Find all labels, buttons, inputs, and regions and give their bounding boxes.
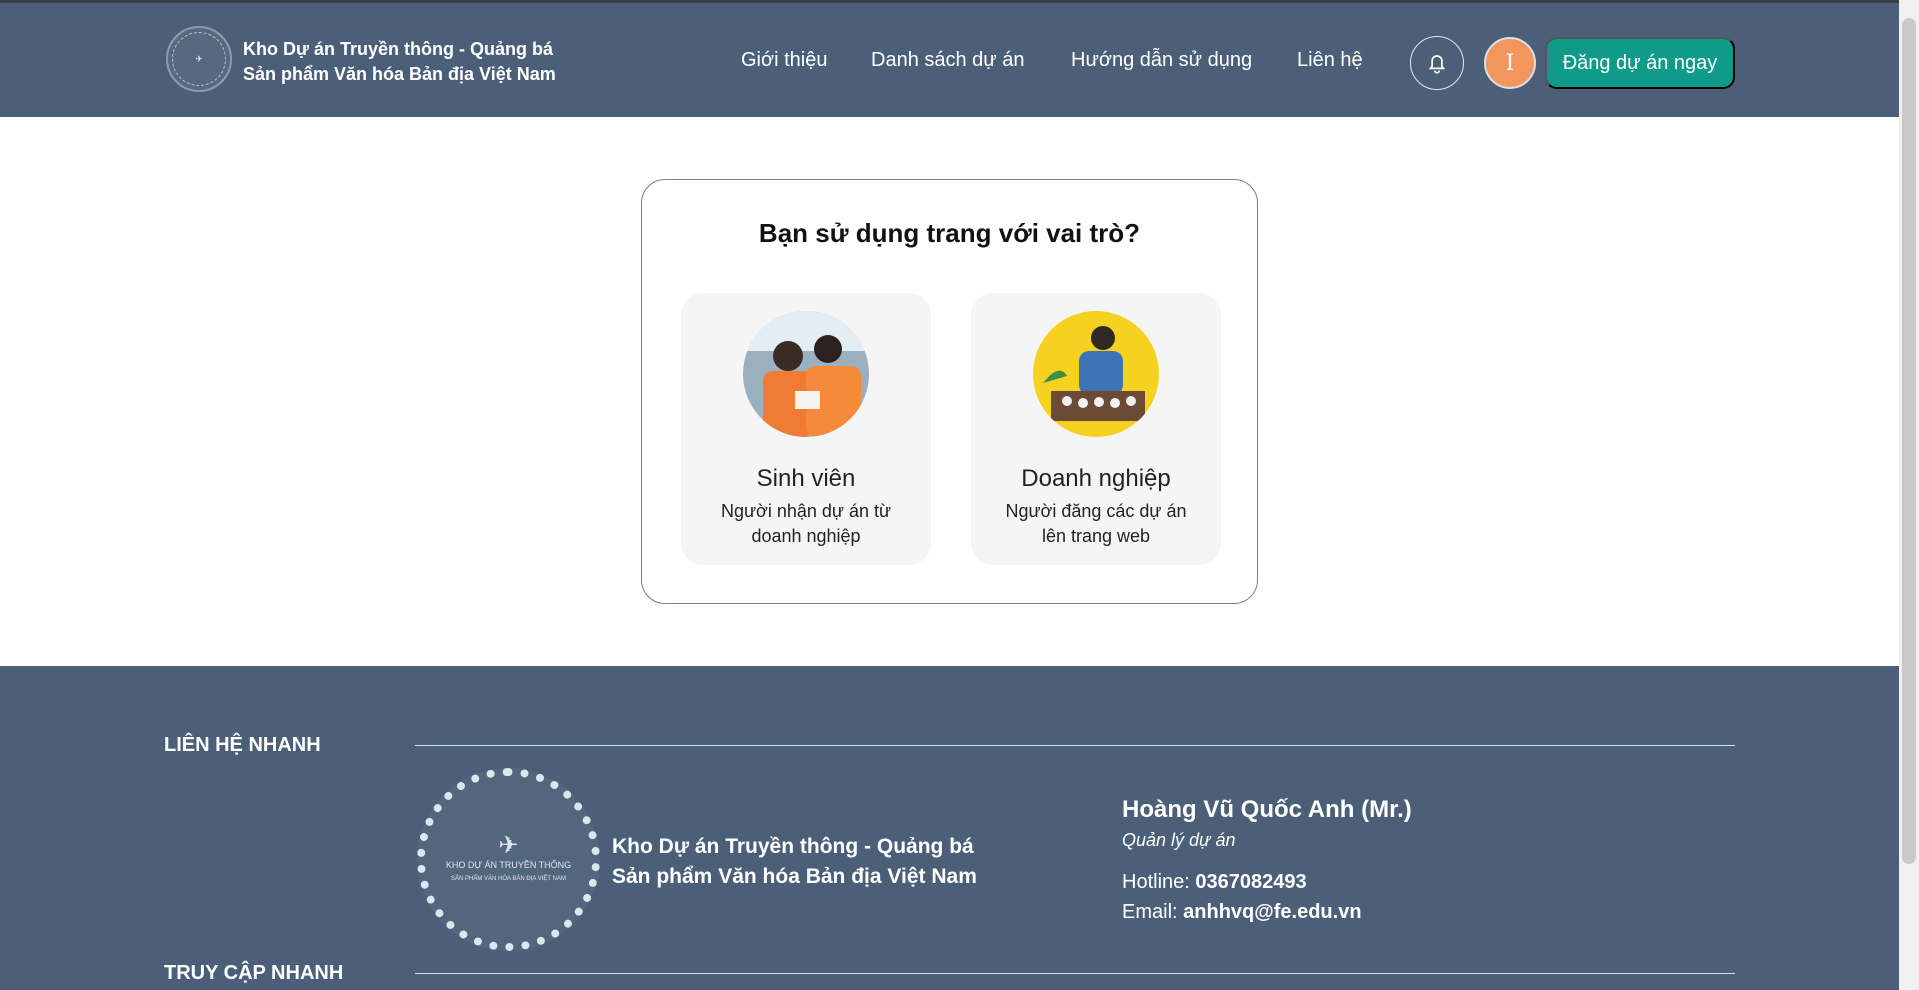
hotline-link[interactable]: 0367082493 <box>1195 871 1306 893</box>
student-photo <box>743 311 869 437</box>
business-role-description: Người đăng các dự án lên trang web <box>1005 501 1187 546</box>
brand-line-2: Sản phẩm Văn hóa Bản địa Việt Nam <box>243 64 556 84</box>
footer-logo[interactable]: ✈ KHO DỰ ÁN TRUYỀN THÔNG SẢN PHẨM VĂN HÓ… <box>417 768 600 951</box>
nav-user-guide-link[interactable]: Hướng dẫn sử dụng <box>1071 49 1252 72</box>
hotline-row: Hotline: 0367082493 <box>1122 871 1307 894</box>
bell-icon <box>1428 55 1446 74</box>
business-role-card[interactable]: Doanh nghiệp Người đăng các dự án lên tr… <box>971 293 1221 565</box>
contact-person-role: Quản lý dự án <box>1122 830 1236 850</box>
student-role-description: Người nhận dự án từ doanh nghiệp <box>720 501 892 546</box>
footer-brand-line-1: Kho Dự án Truyền thông - Quảng bá <box>612 835 974 858</box>
vertical-scrollbar[interactable] <box>1899 0 1919 990</box>
site-header: ✈ Kho Dự án Truyền thông - Quảng bá Sản … <box>0 3 1899 117</box>
email-link[interactable]: anhhvq@fe.edu.vn <box>1183 901 1361 923</box>
footer-logo-plane-icon: ✈ <box>498 832 519 859</box>
brand-line-1: Kho Dự án Truyền thông - Quảng bá <box>243 39 554 59</box>
nav-project-list-link[interactable]: Danh sách dự án <box>871 49 1025 72</box>
post-project-button[interactable]: Đăng dự án ngay <box>1545 37 1735 89</box>
hotline-label: Hotline: <box>1122 871 1190 893</box>
scrollbar-thumb[interactable] <box>1902 18 1916 864</box>
student-role-card[interactable]: Sinh viên Người nhận dự án từ doanh nghi… <box>681 293 931 565</box>
role-selection-title: Bạn sử dụng trang với vai trò? <box>758 218 1141 248</box>
logo-mark-icon: ✈ <box>172 32 226 86</box>
role-selection-card: Bạn sử dụng trang với vai trò? Sinh viên… <box>641 179 1258 604</box>
quick-access-heading: TRUY CẬP NHANH <box>164 962 344 984</box>
business-photo <box>1033 311 1159 437</box>
footer-logo-text-2: SẢN PHẨM VĂN HÓA BẢN ĐỊA VIỆT NAM <box>451 876 566 882</box>
footer-brand-title: Kho Dự án Truyền thông - Quảng bá Sản ph… <box>612 832 992 892</box>
email-row: Email: anhhvq@fe.edu.vn <box>1122 901 1362 924</box>
nav-contact-link[interactable]: Liên hệ <box>1297 49 1363 72</box>
student-role-name: Sinh viên <box>756 465 856 492</box>
business-role-name: Doanh nghiệp <box>1021 465 1171 492</box>
site-logo[interactable]: ✈ <box>166 26 232 92</box>
footer-logo-text-1: KHO DỰ ÁN TRUYỀN THÔNG <box>445 860 572 870</box>
footer-brand-line-2: Sản phẩm Văn hóa Bản địa Việt Nam <box>612 865 977 888</box>
quick-access-divider <box>415 973 1735 974</box>
quick-contact-heading: LIÊN HỆ NHANH <box>164 734 321 756</box>
quick-contact-divider <box>415 745 1735 746</box>
contact-person-name: Hoàng Vũ Quốc Anh (Mr.) <box>1122 796 1412 823</box>
site-footer: LIÊN HỆ NHANH ✈ KHO DỰ ÁN TRUYỀN THÔNG S… <box>0 666 1899 990</box>
notification-bell-button[interactable] <box>1410 36 1464 90</box>
user-avatar[interactable]: I <box>1484 37 1536 89</box>
nav-about-link[interactable]: Giới thiệu <box>741 49 827 72</box>
site-brand-title[interactable]: Kho Dự án Truyền thông - Quảng bá Sản ph… <box>243 37 603 87</box>
email-label: Email: <box>1122 901 1178 923</box>
